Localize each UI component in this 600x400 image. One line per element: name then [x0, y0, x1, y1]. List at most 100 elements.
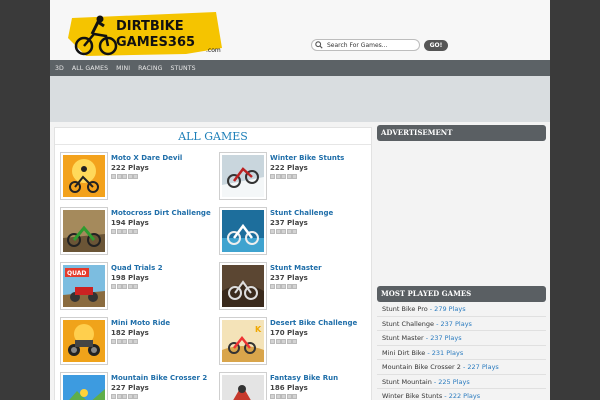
- nav-item-all-games[interactable]: ALL GAMES: [72, 65, 108, 72]
- svg-text:.com: .com: [206, 47, 221, 54]
- game-thumbnail[interactable]: [219, 262, 267, 310]
- svg-text:K: K: [255, 325, 262, 334]
- game-thumbnail[interactable]: QUAD: [60, 262, 108, 310]
- game-card[interactable]: Motocross Dirt Challenge 194 Plays: [59, 203, 211, 255]
- most-played-item[interactable]: Stunt Challenge - 237 Plays: [377, 317, 546, 331]
- rating-stars[interactable]: [270, 339, 298, 344]
- mountain-thumb: [63, 375, 105, 400]
- game-card[interactable]: Stunt Master 237 Plays: [218, 258, 368, 310]
- game-title[interactable]: Mini Moto Ride: [111, 319, 170, 327]
- game-thumbnail[interactable]: [60, 372, 108, 400]
- most-played-item[interactable]: Stunt Master - 237 Plays: [377, 331, 546, 346]
- desert-thumb: K: [222, 320, 264, 362]
- search-input[interactable]: [327, 40, 417, 50]
- game-plays: 222 Plays: [270, 164, 308, 172]
- most-played-count: - 237 Plays: [434, 319, 472, 328]
- rating-stars[interactable]: [111, 339, 139, 344]
- game-thumbnail[interactable]: K: [219, 317, 267, 365]
- game-card[interactable]: Fantasy Bike Run 186 Plays: [218, 368, 368, 400]
- snow-rider-thumb: [222, 155, 264, 197]
- game-title[interactable]: Desert Bike Challenge: [270, 319, 357, 327]
- game-card[interactable]: K Desert Bike Challenge 170 Plays: [218, 313, 368, 365]
- dark-dirt-thumb: [222, 265, 264, 307]
- game-plays: 186 Plays: [270, 384, 308, 392]
- most-played-item[interactable]: Mini Dirt Bike - 231 Plays: [377, 346, 546, 360]
- game-title[interactable]: Moto X Dare Devil: [111, 154, 182, 162]
- mini-moto-thumb: [63, 320, 105, 362]
- nav-item-racing[interactable]: RACING: [138, 65, 162, 72]
- game-title[interactable]: Mountain Bike Crosser 2: [111, 374, 207, 382]
- most-played-name[interactable]: Winter Bike Stunts: [382, 392, 442, 400]
- nav-item-3d[interactable]: 3D: [55, 65, 64, 72]
- game-card[interactable]: Winter Bike Stunts 222 Plays: [218, 148, 368, 200]
- most-played-count: - 227 Plays: [460, 363, 499, 371]
- main-nav: 3D ALL GAMES MINI RACING STUNTS: [50, 60, 550, 76]
- game-thumbnail[interactable]: [219, 372, 267, 400]
- game-card[interactable]: Moto X Dare Devil 222 Plays: [59, 148, 209, 200]
- most-played-item[interactable]: Winter Bike Stunts - 222 Plays: [377, 389, 546, 400]
- game-title[interactable]: Winter Bike Stunts: [270, 154, 344, 162]
- orange-rider-thumb: [63, 155, 105, 197]
- most-played-name[interactable]: Stunt Challenge: [382, 320, 434, 328]
- game-card[interactable]: Mini Moto Ride 182 Plays: [59, 313, 209, 365]
- most-played-name[interactable]: Mountain Bike Crosser 2: [382, 363, 461, 371]
- all-games-title: ALL GAMES: [55, 128, 371, 145]
- most-played-name[interactable]: Stunt Bike Pro: [382, 305, 428, 313]
- game-plays: 198 Plays: [111, 274, 149, 282]
- game-title[interactable]: Quad Trials 2: [111, 264, 163, 272]
- most-played-list: Stunt Bike Pro - 279 Plays Stunt Challen…: [377, 302, 546, 400]
- all-games-panel: ALL GAMES Moto X Dare Devil 222 Plays Wi…: [54, 127, 372, 400]
- game-thumbnail[interactable]: [60, 152, 108, 200]
- rating-stars[interactable]: [270, 284, 298, 289]
- game-thumbnail[interactable]: [219, 207, 267, 255]
- rating-stars[interactable]: [111, 284, 139, 289]
- most-played-name[interactable]: Mini Dirt Bike: [382, 349, 425, 357]
- game-plays: 237 Plays: [270, 219, 308, 227]
- game-plays: 182 Plays: [111, 329, 149, 337]
- game-thumbnail[interactable]: [60, 207, 108, 255]
- fantasy-thumb: [222, 375, 264, 400]
- most-played-name[interactable]: Stunt Mountain: [382, 378, 432, 386]
- game-thumbnail[interactable]: [60, 317, 108, 365]
- search-box: [311, 39, 420, 51]
- svg-text:QUAD: QUAD: [67, 270, 86, 277]
- most-played-item[interactable]: Stunt Bike Pro - 279 Plays: [377, 302, 546, 317]
- rating-stars[interactable]: [111, 229, 139, 234]
- game-card[interactable]: Mountain Bike Crosser 2 227 Plays: [59, 368, 209, 400]
- go-button[interactable]: GO!: [424, 40, 448, 51]
- game-plays: 222 Plays: [111, 164, 149, 172]
- game-title[interactable]: Stunt Challenge: [270, 209, 333, 217]
- most-played-item[interactable]: Mountain Bike Crosser 2 - 227 Plays: [377, 360, 546, 375]
- game-title[interactable]: Fantasy Bike Run: [270, 374, 338, 382]
- game-thumbnail[interactable]: [219, 152, 267, 200]
- blue-stunt-thumb: [222, 210, 264, 252]
- game-card[interactable]: QUAD Quad Trials 2 198 Plays: [59, 258, 209, 310]
- rating-stars[interactable]: [270, 174, 298, 179]
- nav-item-mini[interactable]: MINI: [116, 65, 130, 72]
- most-played-name[interactable]: Stunt Master: [382, 334, 424, 342]
- game-plays: 227 Plays: [111, 384, 149, 392]
- site-logo[interactable]: DIRTBIKE GAMES365 .com: [66, 8, 226, 58]
- rating-stars[interactable]: [270, 394, 298, 399]
- svg-text:DIRTBIKE: DIRTBIKE: [116, 19, 184, 34]
- most-played-item[interactable]: Stunt Mountain - 225 Plays: [377, 375, 546, 389]
- rating-stars[interactable]: [270, 229, 298, 234]
- game-card[interactable]: Stunt Challenge 237 Plays: [218, 203, 368, 255]
- most-played-count: - 222 Plays: [442, 392, 481, 400]
- game-title[interactable]: Stunt Master: [270, 264, 322, 272]
- nav-item-stunts[interactable]: STUNTS: [170, 65, 195, 72]
- most-played-count: - 231 Plays: [425, 348, 464, 357]
- header: DIRTBIKE GAMES365 .com GO!: [50, 0, 550, 60]
- svg-text:GAMES365: GAMES365: [116, 35, 195, 50]
- most-played-count: - 225 Plays: [431, 377, 470, 386]
- quad-thumb: QUAD: [63, 265, 105, 307]
- game-title[interactable]: Motocross Dirt Challenge: [111, 209, 211, 217]
- game-plays: 237 Plays: [270, 274, 308, 282]
- rating-stars[interactable]: [111, 174, 139, 179]
- banner-area: [50, 76, 550, 122]
- advertisement-space: [377, 142, 546, 282]
- page: DIRTBIKE GAMES365 .com GO! 3D ALL GAMES …: [50, 0, 550, 400]
- most-played-heading: MOST PLAYED GAMES: [377, 286, 546, 302]
- rating-stars[interactable]: [111, 394, 139, 399]
- green-rider-thumb: [63, 210, 105, 252]
